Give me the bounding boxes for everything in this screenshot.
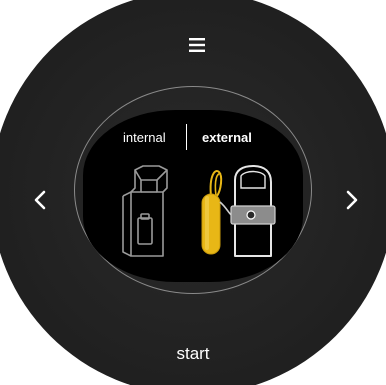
- hamburger-menu-icon: [189, 38, 205, 52]
- chevron-left-icon: [34, 190, 46, 210]
- start-button[interactable]: start: [143, 340, 243, 368]
- device-display: internal external start: [0, 0, 386, 385]
- previous-button[interactable]: [26, 180, 54, 220]
- menu-button[interactable]: [186, 34, 208, 56]
- next-button[interactable]: [338, 180, 366, 220]
- internal-sensor-device-icon: [122, 165, 168, 257]
- sensor-select-screen: internal external: [83, 110, 303, 282]
- external-sensor-probe-icon: [201, 165, 276, 257]
- sensor-illustrations: [122, 165, 276, 257]
- chevron-right-icon: [346, 190, 358, 210]
